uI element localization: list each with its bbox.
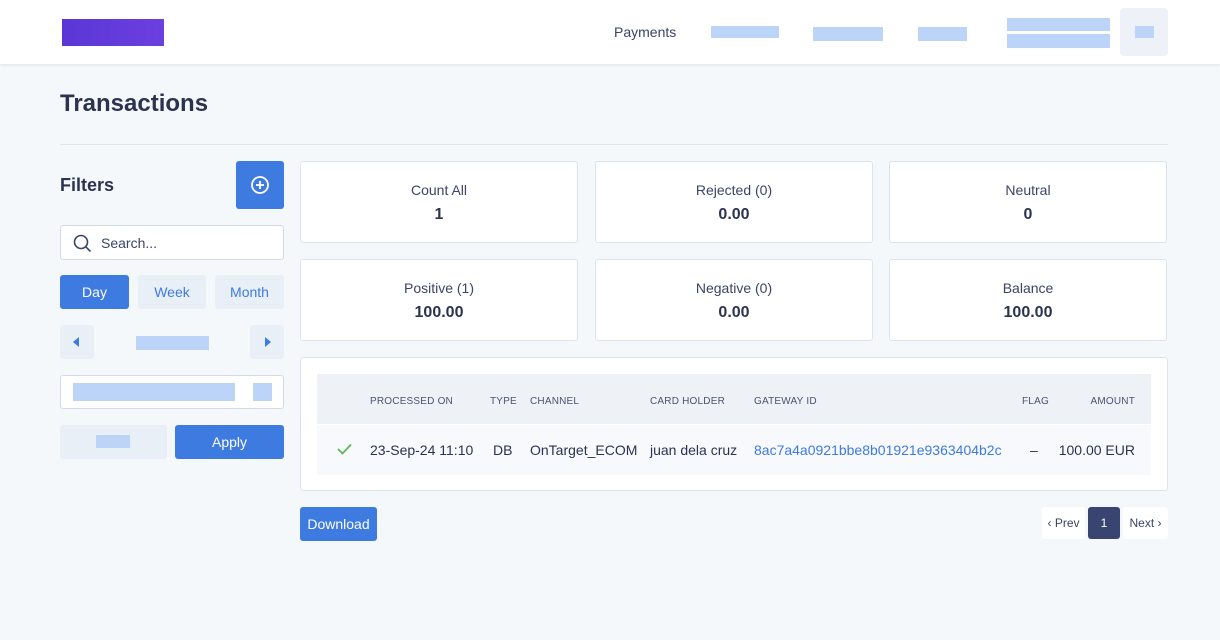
avatar-redacted [1135, 26, 1154, 38]
caret-right-icon [265, 337, 271, 347]
nav-item-redacted-1[interactable] [711, 26, 779, 38]
top-navbar: Payments [0, 0, 1220, 64]
user-org-redacted[interactable] [1007, 34, 1110, 48]
check-icon [337, 443, 352, 455]
stat-label: Count All [410, 182, 468, 198]
date-range-redacted [73, 383, 235, 401]
cell-card-holder: juan dela cruz [650, 442, 738, 458]
stat-card-neutral: Neutral 0 [889, 161, 1167, 243]
stat-value: 0 [1023, 206, 1033, 223]
stat-value: 1 [434, 206, 444, 223]
stat-value: 0.00 [718, 206, 750, 223]
table-row[interactable]: 23-Sep-24 11:10 DB OnTarget_ECOM juan de… [317, 425, 1151, 475]
nav-item-redacted-3[interactable] [918, 27, 967, 41]
column-header-gateway-id[interactable]: GATEWAY ID [754, 396, 817, 407]
stat-label: Rejected (0) [695, 182, 773, 198]
apply-button[interactable]: Apply [175, 425, 284, 459]
search-field[interactable] [60, 225, 284, 260]
current-period-redacted [136, 336, 209, 350]
brand-logo[interactable] [62, 19, 164, 46]
stat-card-positive: Positive (1) 100.00 [300, 259, 578, 341]
stat-label: Balance [1002, 280, 1054, 296]
calendar-icon [253, 383, 272, 401]
nav-item-redacted-2[interactable] [813, 27, 883, 41]
user-name-redacted[interactable] [1007, 18, 1110, 31]
filters-title: Filters [60, 175, 115, 195]
stat-card-balance: Balance 100.00 [889, 259, 1167, 341]
next-period-button[interactable] [250, 325, 284, 359]
search-input[interactable] [101, 232, 276, 254]
search-icon [73, 234, 92, 253]
previous-period-button[interactable] [60, 325, 94, 359]
reset-button[interactable] [60, 425, 167, 459]
date-range-field[interactable] [60, 375, 284, 409]
cell-channel: OnTarget_ECOM [530, 442, 638, 458]
header-divider [60, 144, 1168, 145]
plus-circle-icon [251, 176, 269, 194]
caret-left-icon [73, 337, 79, 347]
column-header-card-holder[interactable]: CARD HOLDER [650, 396, 725, 407]
column-header-flag[interactable]: FLAG [1022, 396, 1049, 407]
reset-label-redacted [96, 435, 130, 448]
column-header-processed-on[interactable]: PROCESSED ON [370, 396, 453, 407]
stat-label: Positive (1) [403, 280, 475, 296]
stat-card-count-all: Count All 1 [300, 161, 578, 243]
column-header-type[interactable]: TYPE [490, 396, 517, 407]
table-header: PROCESSED ON TYPE CHANNEL CARD HOLDER GA… [317, 374, 1151, 424]
column-header-amount[interactable]: AMOUNT [1090, 396, 1135, 407]
pagination-prev-button[interactable]: ‹ Prev [1042, 507, 1085, 539]
cell-amount: 100.00 EUR [1058, 442, 1135, 458]
period-week-button[interactable]: Week [138, 275, 206, 309]
add-filter-button[interactable] [236, 161, 284, 209]
stat-value: 0.00 [718, 304, 750, 321]
cell-flag: – [1030, 442, 1038, 458]
stat-label: Negative (0) [695, 280, 773, 296]
download-button[interactable]: Download [300, 507, 377, 541]
user-menu-button[interactable] [1120, 8, 1168, 56]
stat-card-negative: Negative (0) 0.00 [595, 259, 873, 341]
cell-processed-on: 23-Sep-24 11:10 [370, 442, 474, 458]
column-header-channel[interactable]: CHANNEL [530, 396, 579, 407]
stat-label: Neutral [1005, 182, 1051, 198]
period-day-button[interactable]: Day [60, 275, 129, 309]
stat-card-rejected: Rejected (0) 0.00 [595, 161, 873, 243]
pagination-page-button[interactable]: 1 [1088, 507, 1120, 539]
nav-item-payments[interactable]: Payments [614, 24, 676, 40]
pagination-next-button[interactable]: Next › [1123, 507, 1168, 539]
stat-value: 100.00 [1003, 304, 1053, 321]
period-month-button[interactable]: Month [215, 275, 284, 309]
transactions-table: PROCESSED ON TYPE CHANNEL CARD HOLDER GA… [300, 357, 1168, 491]
stat-value: 100.00 [414, 304, 464, 321]
cell-type: DB [493, 442, 513, 458]
page-title: Transactions [60, 90, 209, 117]
cell-gateway-id-link[interactable]: 8ac7a4a0921bbe8b01921e9363404b2c [754, 442, 1002, 458]
